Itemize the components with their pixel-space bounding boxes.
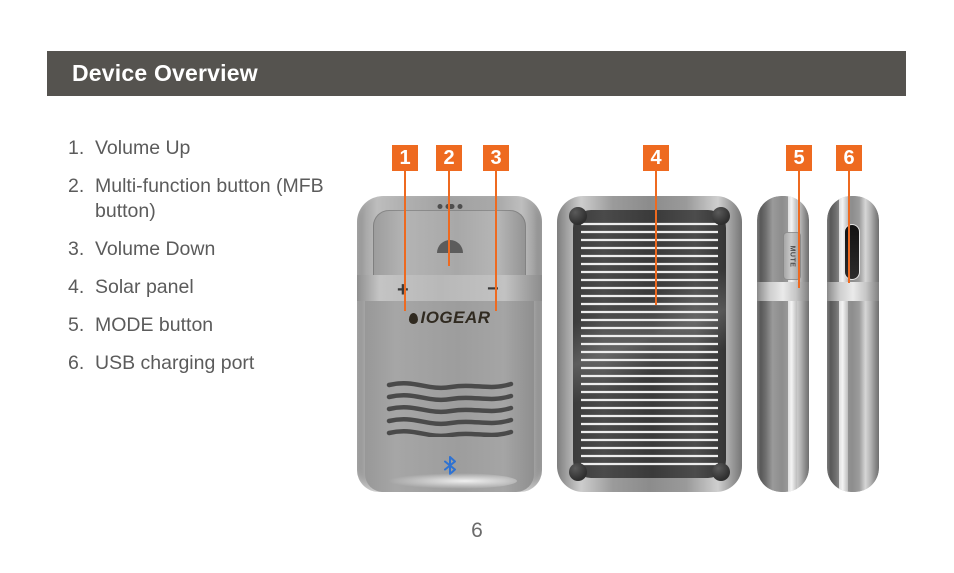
list-item: 1. Volume Up	[68, 136, 368, 161]
callout-number: 1	[392, 145, 418, 171]
iogear-wordmark: IOGEAR	[420, 308, 491, 327]
volume-button-band: + −	[357, 275, 542, 301]
list-item-number: 4.	[68, 276, 85, 298]
list-item-number: 1.	[68, 137, 85, 159]
list-item-number: 6.	[68, 352, 85, 374]
list-item-label: MODE button	[95, 314, 214, 336]
device-bottom-highlight	[387, 473, 517, 489]
callout-5: 5	[786, 145, 812, 288]
list-item-number: 5.	[68, 314, 85, 336]
callout-number: 6	[836, 145, 862, 171]
list-item-number: 2.	[68, 175, 85, 197]
speaker-grille	[386, 381, 514, 437]
list-item-label: Volume Down	[95, 238, 216, 260]
list-item-label: USB charging port	[95, 352, 255, 374]
page-number: 6	[471, 519, 483, 542]
callout-6: 6	[836, 145, 862, 283]
callout-leader-line	[654, 171, 657, 305]
list-item: 6. USB charging port	[68, 351, 368, 376]
callout-leader-line	[447, 171, 450, 266]
callout-2: 2	[436, 145, 462, 266]
list-item-number: 3.	[68, 238, 85, 260]
callout-leader-line	[403, 171, 406, 311]
list-item: 4. Solar panel	[68, 275, 368, 300]
callout-leader-line	[494, 171, 497, 311]
callout-number: 5	[786, 145, 812, 171]
side-accent-band	[827, 282, 879, 301]
callout-number: 4	[643, 145, 669, 171]
callout-1: 1	[392, 145, 418, 311]
callout-number: 3	[483, 145, 509, 171]
corner-bumper	[569, 207, 587, 225]
corner-bumper	[712, 463, 730, 481]
list-item: 5. MODE button	[68, 313, 368, 338]
corner-bumper	[712, 207, 730, 225]
callout-4: 4	[643, 145, 669, 305]
list-item-label: Volume Up	[95, 137, 191, 159]
callout-leader-line	[847, 171, 850, 283]
list-item-label: Multi-function button (MFB button)	[95, 175, 324, 222]
iogear-brand-logo: IOGEAR	[408, 308, 490, 328]
iogear-mark-icon	[408, 312, 418, 324]
device-parts-legend: 1. Volume Up 2. Multi-function button (M…	[68, 136, 368, 389]
callout-number: 2	[436, 145, 462, 171]
callout-3: 3	[483, 145, 509, 311]
callout-leader-line	[797, 171, 800, 288]
list-item-label: Solar panel	[95, 276, 194, 298]
section-header-bar: Device Overview	[47, 51, 906, 96]
page-title: Device Overview	[72, 60, 258, 86]
list-item: 2. Multi-function button (MFB button)	[68, 174, 368, 224]
list-item: 3. Volume Down	[68, 237, 368, 262]
corner-bumper	[569, 463, 587, 481]
